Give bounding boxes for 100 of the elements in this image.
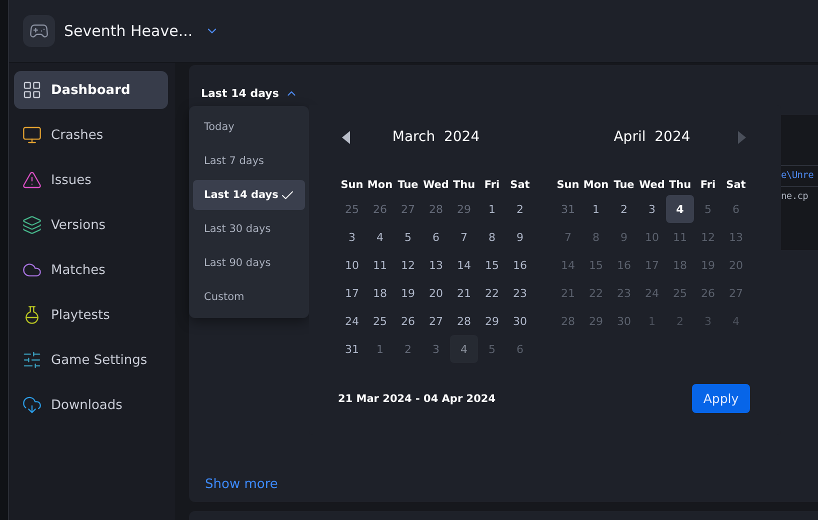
calendar-day[interactable]: 2 [610, 195, 638, 223]
sidebar-item[interactable]: Downloads [14, 386, 168, 424]
calendar-day: 23 [610, 279, 638, 307]
calendar-day: 22 [582, 279, 610, 307]
calendar-day: 28 [554, 307, 582, 335]
calendar-day: 2 [394, 335, 422, 363]
calendar-day: 25 [666, 279, 694, 307]
show-more-link[interactable]: Show more [205, 477, 278, 492]
calendar-day[interactable]: 12 [394, 251, 422, 279]
menu-item[interactable]: Last 14 days [193, 180, 305, 210]
calendar-day[interactable]: 18 [366, 279, 394, 307]
calendar-day: 25 [338, 195, 366, 223]
calendar-day[interactable]: 26 [394, 307, 422, 335]
calendar-day: 16 [610, 251, 638, 279]
weekday-label: Mon [366, 178, 394, 193]
calendar-day[interactable]: 19 [394, 279, 422, 307]
calendar-day[interactable]: 30 [506, 307, 534, 335]
calendar-day[interactable]: 31 [338, 335, 366, 363]
sidebar-item[interactable]: Game Settings [14, 341, 168, 379]
calendar-day[interactable]: 16 [506, 251, 534, 279]
gamepad-icon [23, 15, 55, 47]
weekday-label: Thu [668, 178, 692, 193]
sidebar-item[interactable]: Playtests [14, 296, 168, 334]
month-title: March 2024 [392, 129, 480, 145]
calendar-day[interactable]: 22 [478, 279, 506, 307]
warning-icon [22, 170, 42, 190]
calendar-day: 9 [610, 223, 638, 251]
date-range-dropdown[interactable]: Last 14 days [201, 83, 298, 103]
calendar-day: 17 [638, 251, 666, 279]
calendar-day[interactable]: 17 [338, 279, 366, 307]
sidebar-item[interactable]: Dashboard [14, 71, 168, 109]
weekday-label: Wed [422, 178, 450, 193]
calendar-day: 30 [610, 307, 638, 335]
calendar-day[interactable]: 3 [638, 195, 666, 223]
selected-range: 21 Mar 2024 - 04 Apr 2024 [338, 392, 496, 404]
calendar-day[interactable]: 29 [478, 307, 506, 335]
weekday-label: Fri [699, 178, 717, 193]
menu-item[interactable]: Last 90 days [193, 248, 305, 278]
calendar-day: 29 [582, 307, 610, 335]
apply-button[interactable]: Apply [692, 384, 750, 413]
calendar-day[interactable]: 3 [338, 223, 366, 251]
calendar-day[interactable]: 2 [506, 195, 534, 223]
calendar-day: 3 [422, 335, 450, 363]
calendar-day: 6 [506, 335, 534, 363]
calendar-day[interactable]: 15 [478, 251, 506, 279]
calendar-day: 15 [582, 251, 610, 279]
calendar-day: 5 [694, 195, 722, 223]
calendar-day[interactable]: 27 [422, 307, 450, 335]
calendar-day[interactable]: 6 [422, 223, 450, 251]
weekday-label: Sun [556, 178, 580, 193]
calendar-day[interactable]: 20 [422, 279, 450, 307]
calendar-day[interactable]: 9 [506, 223, 534, 251]
calendar-day[interactable]: 14 [450, 251, 478, 279]
sidebar-item[interactable]: Matches [14, 251, 168, 289]
calendar-day: 20 [722, 251, 750, 279]
weekday-label: Sun [340, 178, 364, 193]
month-title: April 2024 [614, 129, 690, 145]
calendar-day: 28 [422, 195, 450, 223]
sliders-icon [22, 350, 42, 370]
calendar-day[interactable]: 10 [338, 251, 366, 279]
calendar-day: 18 [666, 251, 694, 279]
calendar-day[interactable]: 7 [450, 223, 478, 251]
calendar-day: 21 [554, 279, 582, 307]
calendar-day: 6 [722, 195, 750, 223]
weekday-label: Fri [483, 178, 501, 193]
calendar-day: 10 [638, 223, 666, 251]
menu-item[interactable]: Last 7 days [193, 146, 305, 176]
calendar-day: 27 [394, 195, 422, 223]
calendar-day[interactable]: 25 [366, 307, 394, 335]
calendar-day: 24 [638, 279, 666, 307]
previous-icon[interactable] [342, 130, 350, 144]
calendar-day[interactable]: 4 [366, 223, 394, 251]
calendar-day[interactable]: 1 [478, 195, 506, 223]
calendar-day[interactable]: 8 [478, 223, 506, 251]
calendar-day: 1 [366, 335, 394, 363]
calendar-day[interactable]: 1 [582, 195, 610, 223]
sidebar-item[interactable]: Versions [14, 206, 168, 244]
calendar-day: 14 [554, 251, 582, 279]
calendar-day[interactable]: 13 [422, 251, 450, 279]
calendar-day: 13 [722, 223, 750, 251]
calendar-day: 4 [450, 335, 478, 363]
calendar-day: 26 [366, 195, 394, 223]
weekday-label: Sat [725, 178, 747, 193]
calendar-day: 5 [478, 335, 506, 363]
calendar-day[interactable]: 21 [450, 279, 478, 307]
calendar-day: 31 [554, 195, 582, 223]
dashboard-icon [22, 80, 42, 100]
calendar-day[interactable]: 5 [394, 223, 422, 251]
menu-item[interactable]: Today [193, 112, 305, 142]
calendar-day: 11 [666, 223, 694, 251]
monitor-icon [22, 125, 42, 145]
calendar-day[interactable]: 24 [338, 307, 366, 335]
sidebar-item[interactable]: Issues [14, 161, 168, 199]
calendar-day[interactable]: 4 [666, 195, 694, 223]
calendar-day[interactable]: 11 [366, 251, 394, 279]
calendar-day[interactable]: 23 [506, 279, 534, 307]
menu-item[interactable]: Custom [193, 282, 305, 312]
calendar-day[interactable]: 28 [450, 307, 478, 335]
menu-item[interactable]: Last 30 days [193, 214, 305, 244]
sidebar-item[interactable]: Crashes [14, 116, 168, 154]
